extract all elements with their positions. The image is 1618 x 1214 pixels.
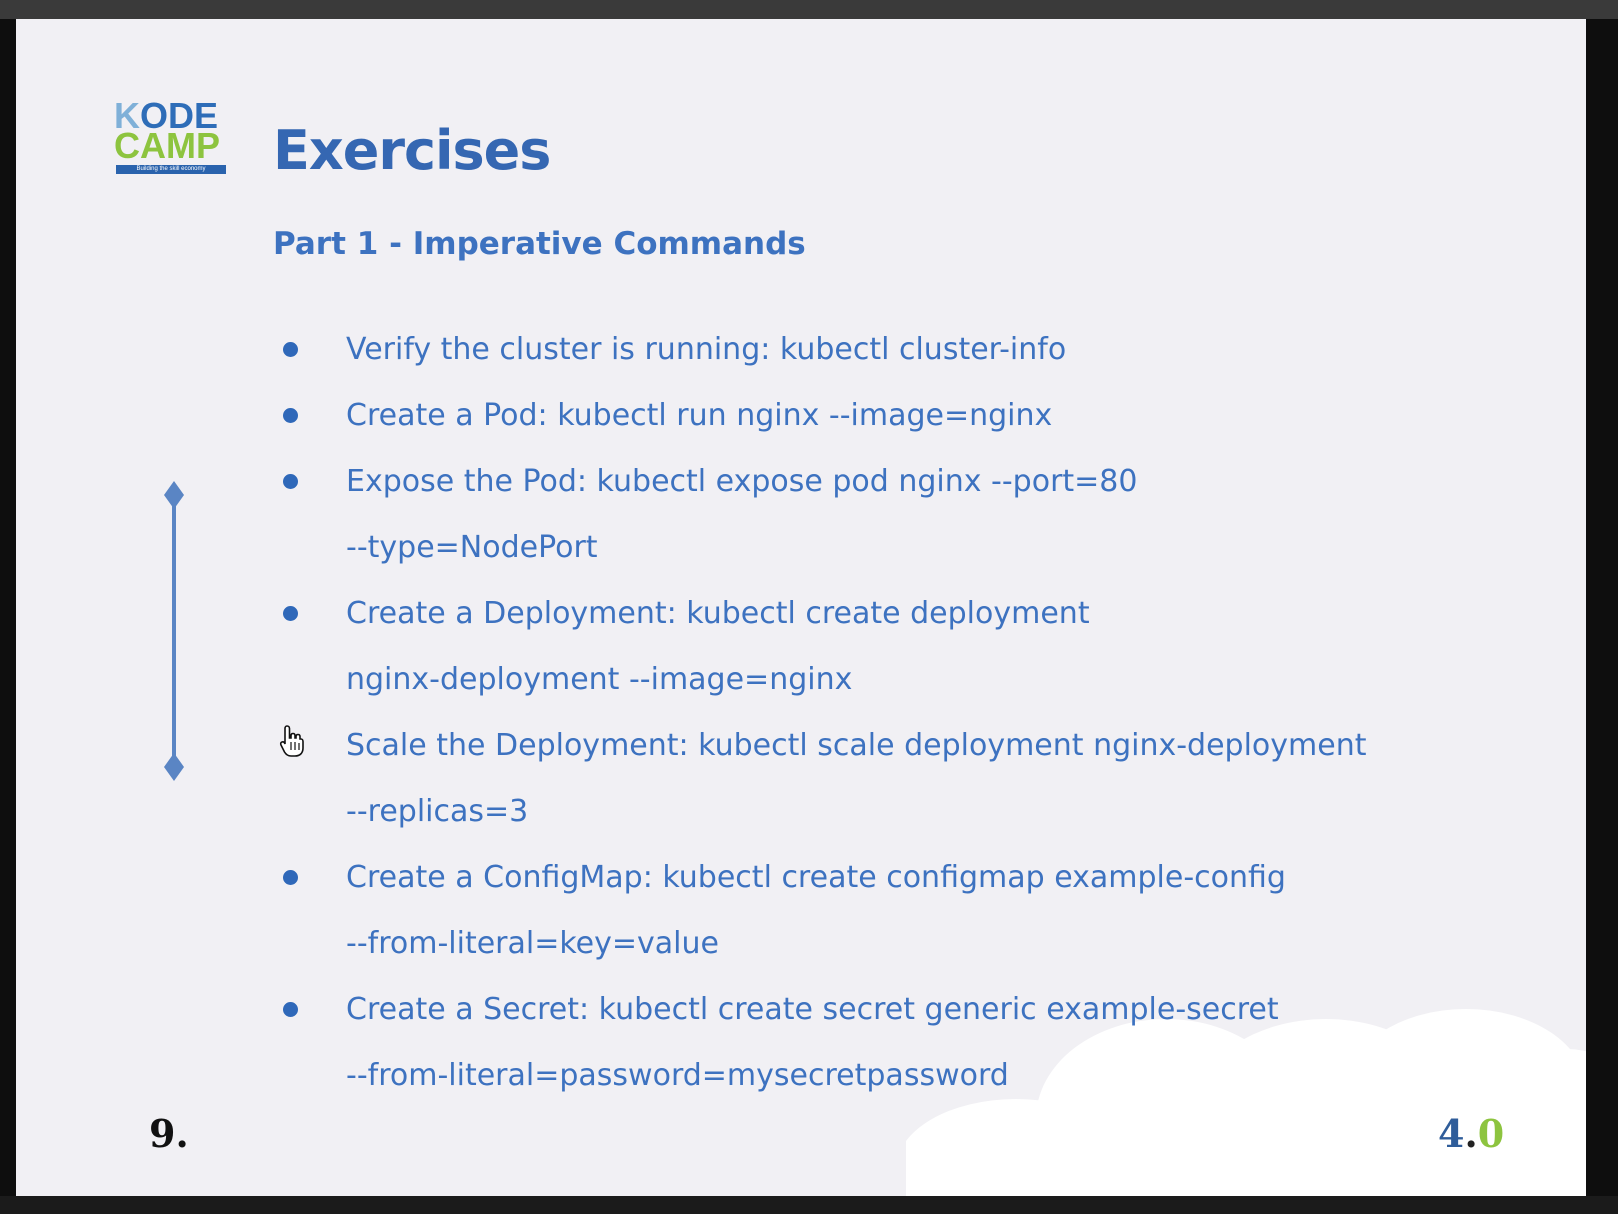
window-bottom-bar xyxy=(0,1196,1618,1214)
kodecamp-logo: KODE CAMP Building the skill economy xyxy=(114,98,244,189)
exercise-item: Create a ConfigMap: kubectl create confi… xyxy=(279,845,1429,977)
exercise-text: Create a Pod: kubectl run nginx --image=… xyxy=(346,398,1053,433)
exercise-text: Scale the Deployment: kubectl scale depl… xyxy=(346,728,1367,763)
exercise-text-continued: --replicas=3 xyxy=(346,794,529,829)
exercise-item: Create a Pod: kubectl run nginx --image=… xyxy=(279,383,1429,449)
slide-subtitle: Part 1 - Imperative Commands xyxy=(273,226,806,262)
bullet-icon xyxy=(283,870,298,885)
exercise-item: Scale the Deployment: kubectl scale depl… xyxy=(279,713,1429,845)
slide-title: Exercises xyxy=(273,119,551,182)
exercise-text: Expose the Pod: kubectl expose pod nginx… xyxy=(346,464,1138,499)
presentation-slide[interactable]: KODE CAMP Building the skill economy Exe… xyxy=(16,19,1586,1196)
bullet-icon xyxy=(283,474,298,489)
exercise-item: Verify the cluster is running: kubectl c… xyxy=(279,317,1429,383)
version-logo: 4.0 xyxy=(1438,1111,1505,1156)
exercise-text-continued: --from-literal=key=value xyxy=(346,926,719,961)
hand-pointer-cursor-icon xyxy=(279,725,304,757)
exercise-list: Verify the cluster is running: kubectl c… xyxy=(279,317,1429,1109)
exercise-text-continued: --from-literal=password=mysecretpassword xyxy=(346,1058,1009,1093)
exercise-text: Create a ConfigMap: kubectl create confi… xyxy=(346,860,1286,895)
left-frame-edge xyxy=(0,19,16,1196)
logo-text-camp: CAMP xyxy=(114,125,220,166)
exercise-text: Create a Deployment: kubectl create depl… xyxy=(346,596,1090,631)
exercise-text-continued: --type=NodePort xyxy=(346,530,598,565)
exercise-item: Create a Secret: kubectl create secret g… xyxy=(279,977,1429,1109)
slide-number: 9. xyxy=(149,1111,189,1156)
exercise-text-continued: nginx-deployment --image=nginx xyxy=(346,662,853,697)
exercise-item: Create a Deployment: kubectl create depl… xyxy=(279,581,1429,713)
logo-tagline: Building the skill economy xyxy=(116,165,226,174)
bullet-icon xyxy=(283,1002,298,1017)
bullet-icon xyxy=(283,606,298,621)
vertical-scroll-indicator-icon[interactable] xyxy=(162,481,186,781)
bullet-icon xyxy=(283,342,298,357)
right-frame-edge xyxy=(1586,19,1618,1196)
exercise-text: Verify the cluster is running: kubectl c… xyxy=(346,332,1067,367)
bullet-icon xyxy=(283,408,298,423)
exercise-text: Create a Secret: kubectl create secret g… xyxy=(346,992,1279,1027)
exercise-item: Expose the Pod: kubectl expose pod nginx… xyxy=(279,449,1429,581)
window-top-bar xyxy=(0,0,1618,19)
